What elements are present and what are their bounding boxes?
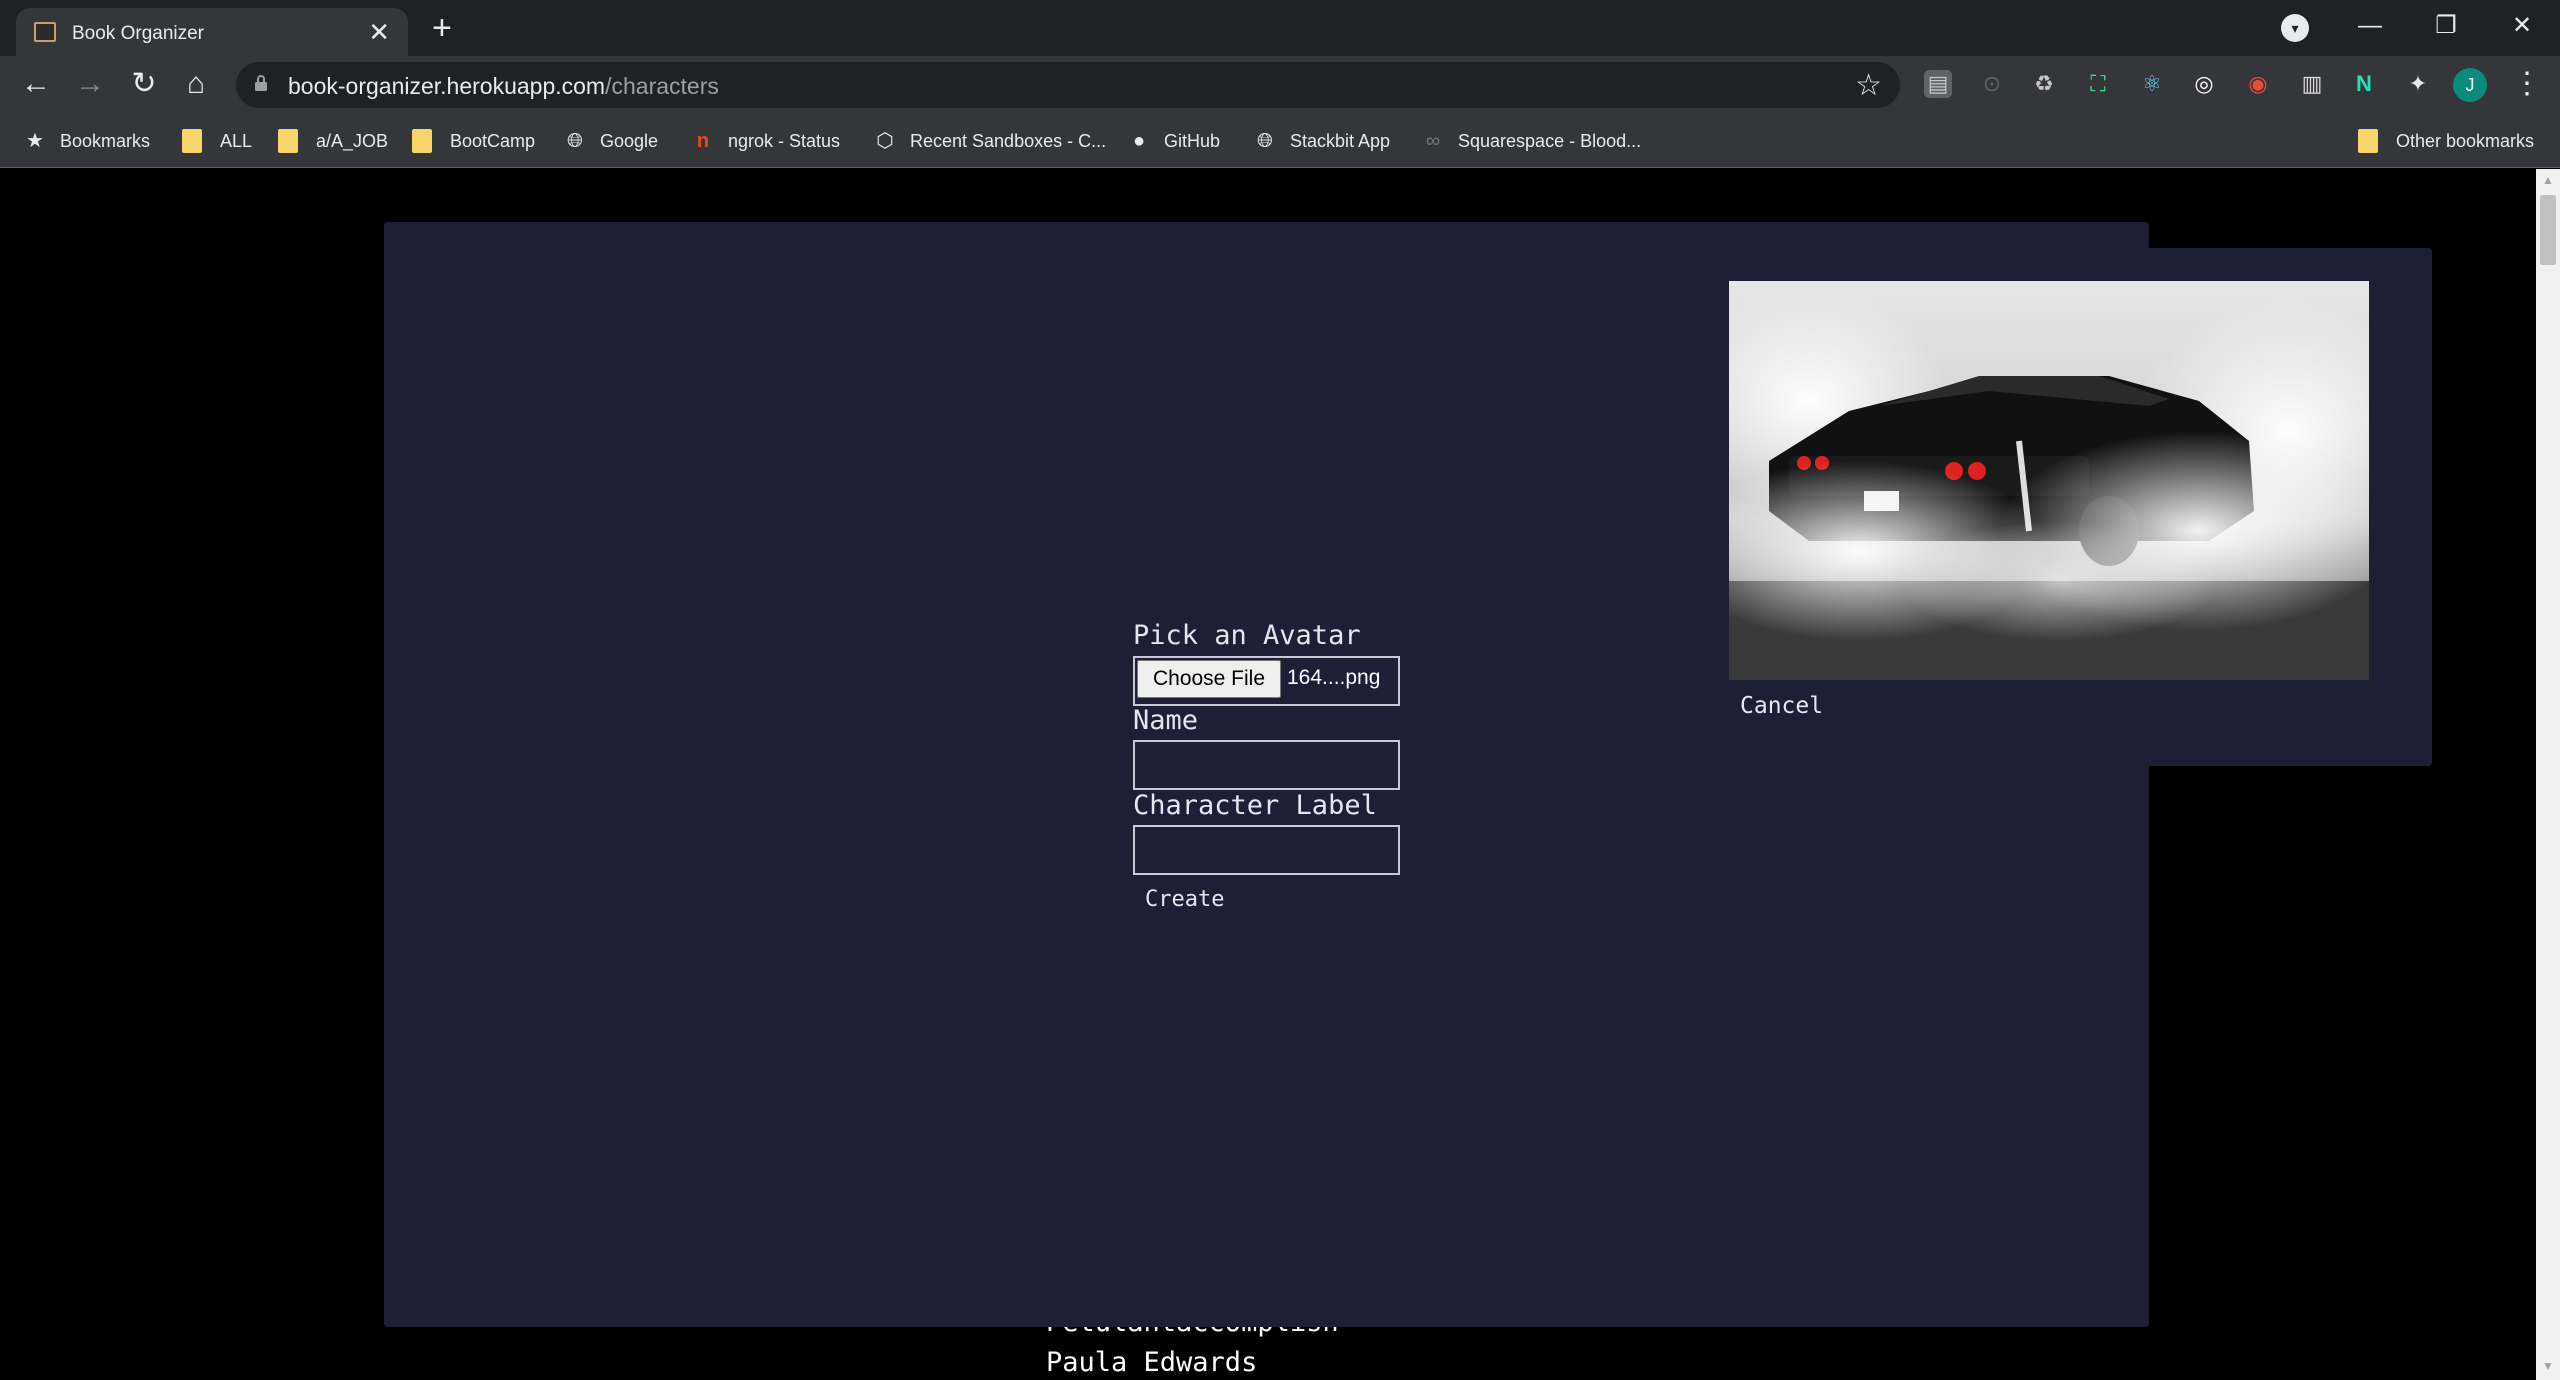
bookmarks-bar: ★ Bookmarks ALL a/A_JOB BootCamp 🌐︎ Google… <box>0 114 2560 168</box>
extension-icon[interactable]: ▤ <box>1924 70 1952 98</box>
other-bookmarks-folder[interactable]: Other bookmarks <box>2358 128 2534 154</box>
browser-tab[interactable]: Book Organizer ✕ <box>16 8 408 56</box>
page-viewport: Petulantaccomplish Paula Edwards <box>0 169 2536 1380</box>
bookmark-folder[interactable]: BootCamp <box>412 128 535 154</box>
squarespace-icon: ∞ <box>1425 130 1441 152</box>
colorful-extension-icon[interactable]: ◉ <box>2244 70 2272 98</box>
bookmark-folder[interactable]: ALL <box>182 128 252 154</box>
recycle-extension-icon[interactable]: ♻ <box>2030 70 2058 98</box>
scroll-up-icon[interactable]: ▲ <box>2536 173 2560 187</box>
cancel-button[interactable]: Cancel <box>1740 693 1823 719</box>
star-icon: ★ <box>26 130 44 152</box>
avatar-file-input[interactable]: Choose File 164....png <box>1133 656 1400 706</box>
new-tab-button[interactable]: + <box>432 10 452 46</box>
profile-avatar[interactable]: J <box>2453 68 2487 102</box>
page-scrollbar[interactable]: ▲ ▼ <box>2536 169 2560 1380</box>
character-label-label: Character Label <box>1133 790 1377 821</box>
folder-icon <box>278 129 298 153</box>
tab-search-icon[interactable]: ▾ <box>2281 14 2309 42</box>
url-text: book-organizer.herokuapp.com/characters <box>288 73 719 99</box>
bookmark-item[interactable]: ● GitHub <box>1128 128 1220 154</box>
scroll-down-icon[interactable]: ▼ <box>2536 1359 2560 1373</box>
name-field[interactable] <box>1133 740 1400 790</box>
bookmark-item[interactable]: ★ Bookmarks <box>24 128 150 154</box>
folder-icon <box>2358 129 2378 153</box>
book-favicon-icon <box>34 22 56 42</box>
folder-icon <box>412 129 432 153</box>
extension-icon[interactable]: ⊙ <box>1978 70 2006 98</box>
scroll-thumb[interactable] <box>2540 195 2556 265</box>
forward-icon[interactable]: → <box>70 66 110 102</box>
target-extension-icon[interactable]: ◎ <box>2190 70 2218 98</box>
ngrok-icon: n <box>696 130 710 152</box>
globe-icon: 🌐︎ <box>1257 130 1273 152</box>
restore-button[interactable]: ❐ <box>2416 6 2476 46</box>
create-button[interactable]: Create <box>1145 887 1224 912</box>
bookmark-star-icon[interactable]: ☆ <box>1855 68 1882 103</box>
list-item[interactable]: Paula Edwards <box>1046 1343 1339 1380</box>
name-label: Name <box>1133 705 1199 736</box>
character-label-field[interactable] <box>1133 825 1400 875</box>
reload-icon[interactable]: ↻ <box>124 66 164 102</box>
barcode-extension-icon[interactable]: ▥ <box>2298 70 2326 98</box>
minimize-button[interactable]: — <box>2340 6 2400 46</box>
n-extension-icon[interactable]: N <box>2350 70 2378 98</box>
selected-file-name: 164....png <box>1287 666 1381 689</box>
back-icon[interactable]: ← <box>16 66 56 102</box>
bookmark-folder[interactable]: a/A_JOB <box>278 128 388 154</box>
avatar-preview-image <box>1729 281 2369 680</box>
globe-icon: 🌐︎ <box>567 130 583 152</box>
codesandbox-icon: ⬡ <box>876 130 894 152</box>
screenshot-extension-icon[interactable]: ⛶ <box>2084 70 2112 98</box>
close-window-button[interactable]: ✕ <box>2492 6 2552 46</box>
browser-toolbar: ← → ↻ ⌂ book-organizer.herokuapp.com/cha… <box>0 56 2560 114</box>
tab-strip: Book Organizer ✕ + ▾ — ❐ ✕ <box>0 0 2560 56</box>
react-devtools-icon[interactable]: ⚛ <box>2138 70 2166 98</box>
close-tab-icon[interactable]: ✕ <box>368 16 390 48</box>
choose-file-button[interactable]: Choose File <box>1137 660 1281 698</box>
bookmark-item[interactable]: n ngrok - Status <box>692 128 840 154</box>
bookmark-item[interactable]: 🌐︎ Stackbit App <box>1254 128 1390 154</box>
folder-icon <box>182 129 202 153</box>
avatar-label: Pick an Avatar <box>1133 620 1361 651</box>
more-menu-icon[interactable]: ⋮ <box>2512 66 2542 101</box>
github-icon: ● <box>1132 130 1146 152</box>
extensions-puzzle-icon[interactable]: ✦ <box>2404 70 2432 98</box>
address-bar[interactable]: book-organizer.herokuapp.com/characters … <box>236 62 1900 108</box>
lock-icon <box>255 75 267 91</box>
bookmark-item[interactable]: ∞ Squarespace - Blood... <box>1422 128 1641 154</box>
bookmark-item[interactable]: 🌐︎ Google <box>564 128 658 154</box>
tab-title: Book Organizer <box>72 23 205 44</box>
home-icon[interactable]: ⌂ <box>176 66 216 102</box>
bookmark-item[interactable]: ⬡ Recent Sandboxes - C... <box>874 128 1106 154</box>
